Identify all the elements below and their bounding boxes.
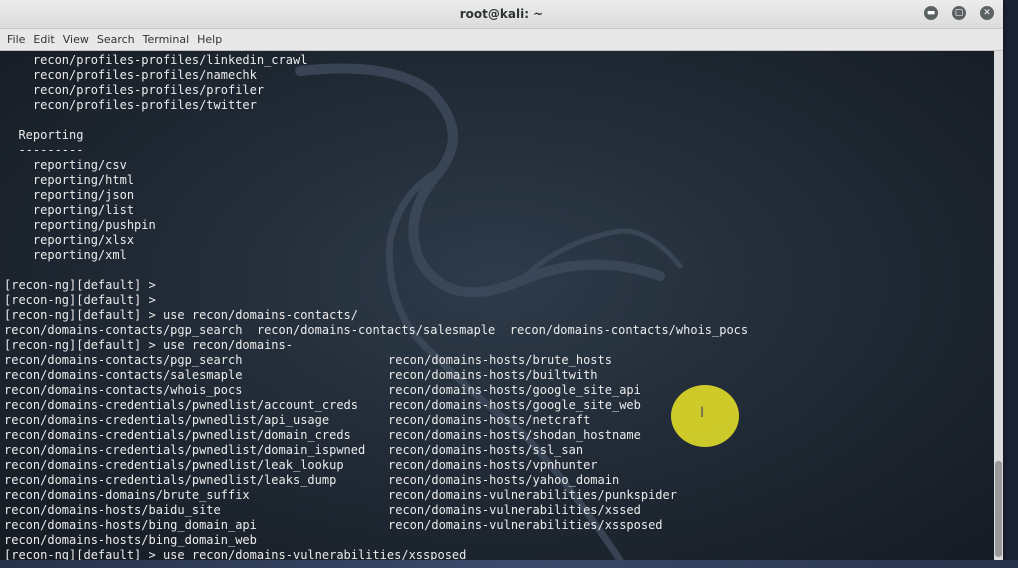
close-icon[interactable]: ✕: [980, 6, 994, 20]
completion-item: recon/domains-credentials/pwnedlist/api_…: [4, 413, 330, 427]
terminal-line: [recon-ng][default] > use recon/domains-: [4, 338, 293, 352]
terminal-line: reporting/xml: [4, 248, 127, 262]
terminal-line: [recon-ng][default] >: [4, 293, 156, 307]
completion-item: recon/domains-hosts/baidu_site: [4, 503, 221, 517]
menu-help[interactable]: Help: [193, 29, 226, 46]
maximize-icon[interactable]: ▢: [952, 6, 966, 20]
completion-item: recon/domains-contacts/pgp_search: [4, 353, 243, 367]
terminal-line: Reporting: [4, 128, 84, 142]
terminal-line: recon/profiles-profiles/twitter: [4, 98, 257, 112]
terminal-line: reporting/xlsx: [4, 233, 135, 247]
menu-view[interactable]: View: [59, 29, 93, 46]
terminal-line: recon/profiles-profiles/profiler: [4, 83, 265, 97]
terminal-line: reporting/csv: [4, 158, 127, 172]
completion-item: recon/domains-credentials/pwnedlist/doma…: [4, 428, 351, 442]
completion-item: recon/domains-hosts/bing_domain_web: [4, 533, 257, 547]
text-cursor-icon: I: [700, 405, 705, 421]
completion-item: recon/domains-vulnerabilities/xssposed: [388, 518, 663, 532]
scrollbar[interactable]: [994, 51, 1003, 560]
terminal-line: [recon-ng][default] >: [4, 278, 156, 292]
command-prompt-line: [recon-ng][default] > use recon/domains-…: [4, 548, 467, 560]
terminal-line: recon/domains-contacts/pgp_search recon/…: [4, 323, 749, 337]
completion-item: recon/domains-hosts/brute_hosts: [388, 353, 612, 367]
completion-item: recon/domains-credentials/pwnedlist/doma…: [4, 443, 366, 457]
terminal-line: reporting/json: [4, 188, 135, 202]
terminal-line: reporting/list: [4, 203, 135, 217]
completion-item: recon/domains-hosts/netcraft: [388, 413, 591, 427]
menu-edit[interactable]: Edit: [29, 29, 58, 46]
terminal-line: recon/profiles-profiles/linkedin_crawl: [4, 53, 308, 67]
terminal-line: recon/profiles-profiles/namechk: [4, 68, 257, 82]
completion-item: recon/domains-contacts/salesmaple: [4, 368, 243, 382]
completion-item: recon/domains-contacts/whois_pocs: [4, 383, 243, 397]
completion-item: recon/domains-credentials/pwnedlist/leak…: [4, 458, 344, 472]
minimize-icon[interactable]: ▬: [924, 6, 938, 20]
menu-file[interactable]: File: [0, 29, 29, 46]
completion-item: recon/domains-hosts/shodan_hostname: [388, 428, 641, 442]
completion-item: recon/domains-vulnerabilities/xssed: [388, 503, 641, 517]
completion-item: recon/domains-credentials/pwnedlist/leak…: [4, 473, 337, 487]
title-bar[interactable]: root@kali: ~ ▬ ▢ ✕: [0, 0, 1003, 29]
completion-item: recon/domains-credentials/pwnedlist/acco…: [4, 398, 359, 412]
completion-item: recon/domains-hosts/yahoo_domain: [388, 473, 620, 487]
completion-item: recon/domains-hosts/google_site_api: [388, 383, 641, 397]
terminal-line: ---------: [4, 143, 84, 157]
terminal-line: reporting/html: [4, 173, 135, 187]
menu-terminal[interactable]: Terminal: [139, 29, 194, 46]
terminal-line: [recon-ng][default] > use recon/domains-…: [4, 308, 359, 322]
completion-item: recon/domains-hosts/vpnhunter: [388, 458, 598, 472]
desktop-background: [0, 560, 1018, 568]
scrollbar-thumb[interactable]: [995, 461, 1002, 557]
window-title: root@kali: ~: [459, 7, 544, 21]
terminal-area[interactable]: recon/profiles-profiles/linkedin_crawl r…: [0, 51, 994, 560]
terminal-line: reporting/pushpin: [4, 218, 156, 232]
menu-search[interactable]: Search: [93, 29, 139, 46]
completion-item: recon/domains-vulnerabilities/punkspider: [388, 488, 677, 502]
completion-item: recon/domains-hosts/google_site_web: [388, 398, 641, 412]
completion-item: recon/domains-hosts/ssl_san: [388, 443, 584, 457]
completion-item: recon/domains-domains/brute_suffix: [4, 488, 250, 502]
menu-bar: File Edit View Search Terminal Help: [0, 29, 1003, 51]
completion-item: recon/domains-hosts/builtwith: [388, 368, 598, 382]
cursor-highlight: [671, 385, 739, 447]
completion-item: recon/domains-hosts/bing_domain_api: [4, 518, 257, 532]
